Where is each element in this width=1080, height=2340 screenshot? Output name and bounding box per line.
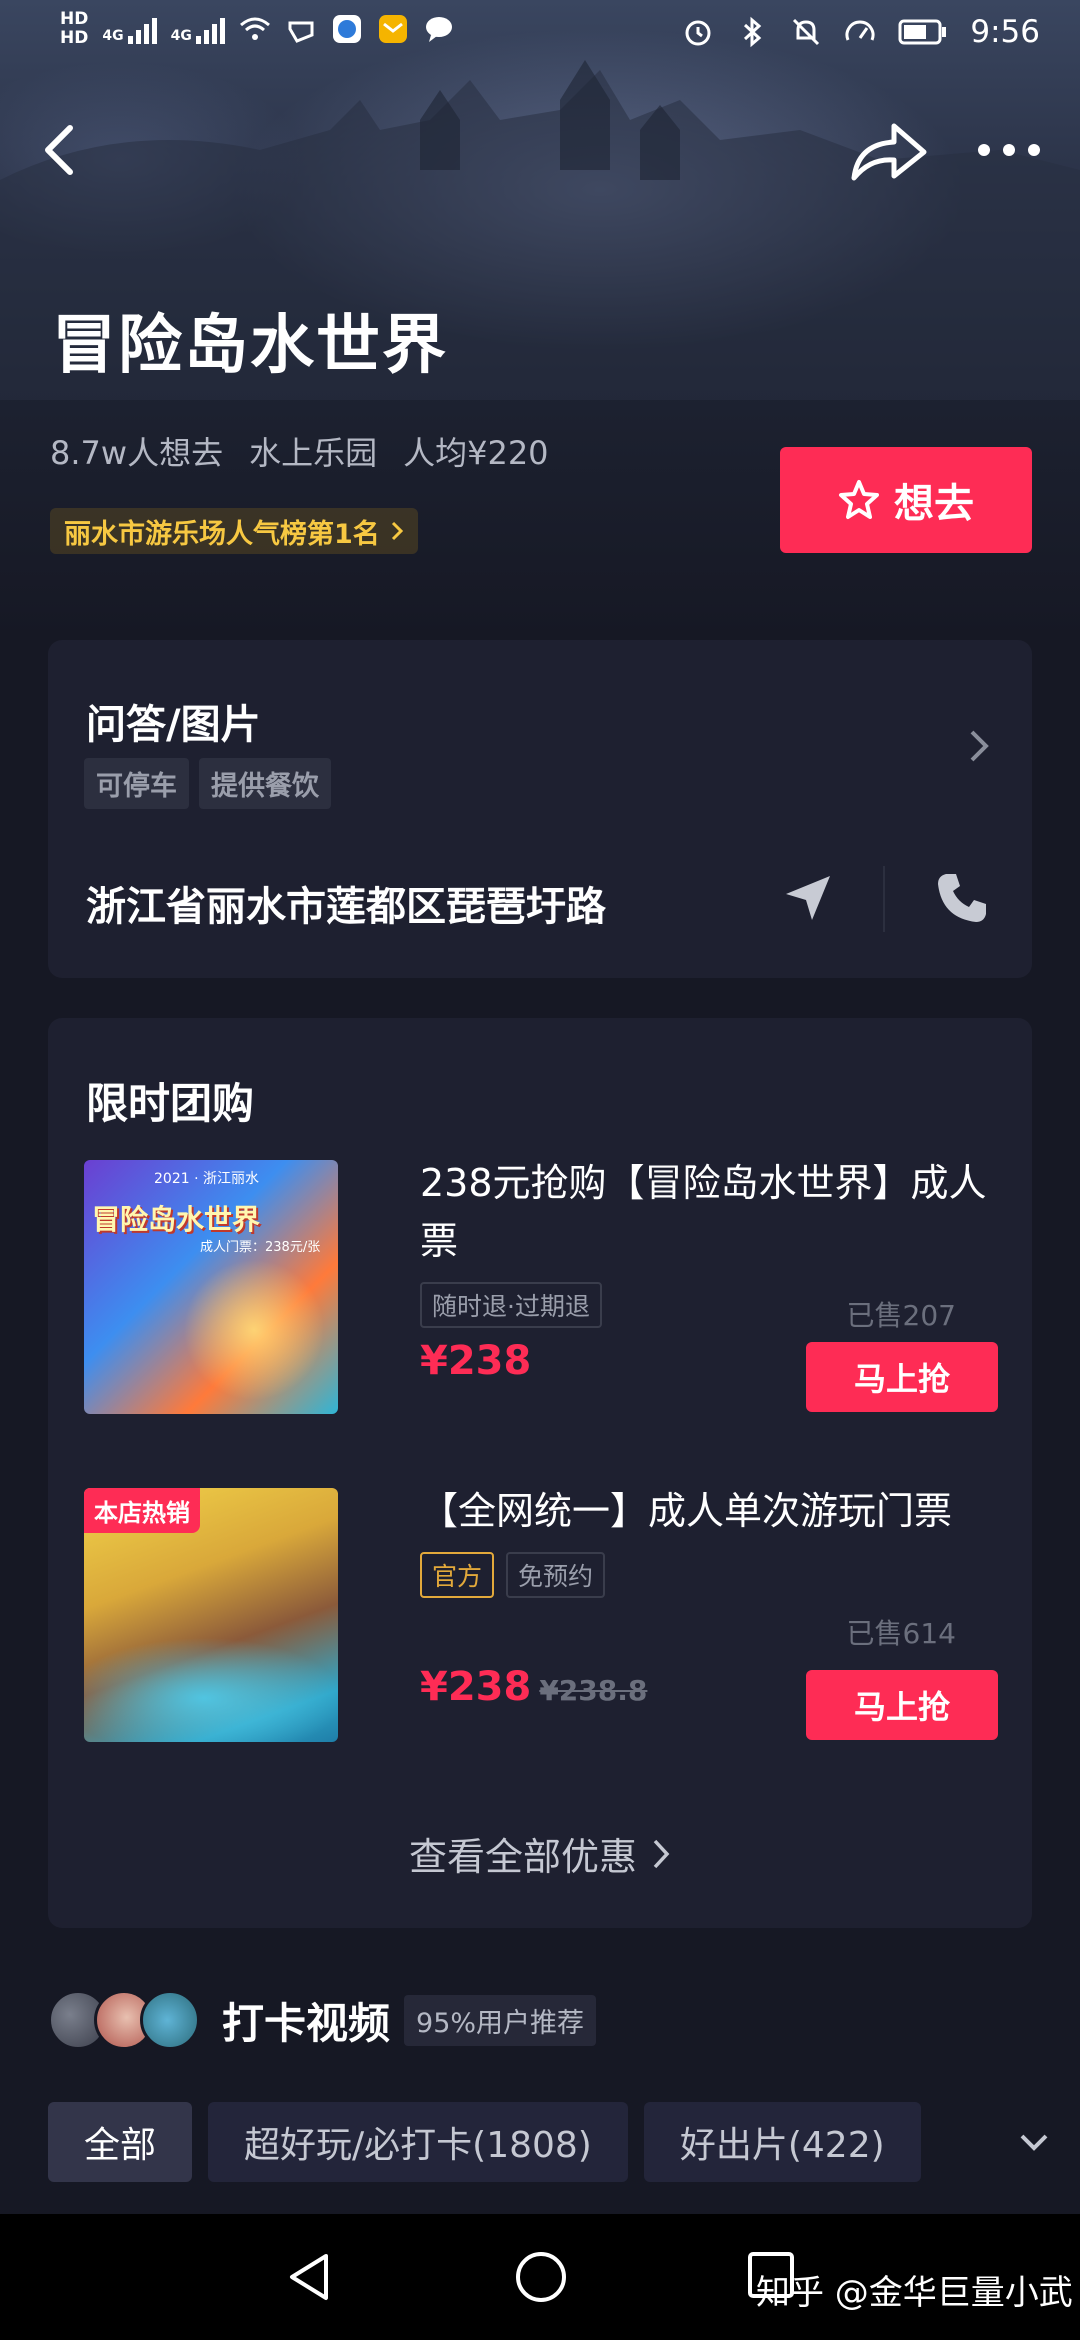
original-price: ¥238.8: [539, 1674, 648, 1707]
wifi-icon: [239, 17, 270, 40]
deal-item[interactable]: 本店热销 【全网统一】成人单次游玩门票 官方 免预约 已售614 ¥238 ¥2…: [84, 1488, 998, 1742]
mute-icon: [793, 18, 820, 46]
tag-dining: 提供餐饮: [199, 758, 331, 809]
deal-name[interactable]: 238元抢购【冒险岛水世界】成人票: [420, 1154, 1020, 1270]
mail-icon: [378, 15, 407, 43]
deal-thumbnail[interactable]: 2021 · 浙江丽水 冒险岛水世界 成人门票：238元/张: [84, 1160, 338, 1414]
speed-icon: [845, 20, 875, 41]
checkin-title: 打卡视频: [222, 1998, 391, 2048]
deal-price-row: ¥238 ¥238.8: [420, 1664, 647, 1710]
want-button-label: 想去: [894, 481, 974, 527]
place-category: 水上乐园: [249, 434, 378, 472]
sold-count: 已售207: [846, 1299, 956, 1332]
avg-price: 人均¥220: [403, 434, 549, 472]
deal-price: ¥238: [420, 1664, 532, 1710]
group-buy-card: 限时团购 2021 · 浙江丽水 冒险岛水世界 成人门票：238元/张 238元…: [48, 1018, 1032, 1928]
deal-tags: 官方 免预约: [420, 1552, 606, 1598]
star-icon: [839, 480, 879, 519]
chat-icon: [425, 17, 452, 42]
signal-icon: 4G: [102, 14, 157, 44]
filter-chip-photo[interactable]: 好出片(422): [643, 2102, 921, 2182]
signal-icon: 4G: [171, 14, 225, 44]
checkin-header: 打卡视频 95%用户推荐: [48, 1990, 597, 2050]
hd-indicator: HD HD: [60, 9, 89, 48]
deal-tag: 免预约: [506, 1552, 606, 1598]
hand-icon: [288, 21, 314, 43]
address[interactable]: 浙江省丽水市莲都区琵琶圩路: [86, 874, 606, 932]
deal-tag-official: 官方: [420, 1552, 495, 1598]
want-count: 8.7w人想去: [50, 434, 224, 472]
chevron-right-icon[interactable]: [966, 726, 994, 766]
phone-icon[interactable]: [932, 868, 992, 928]
deal-price-row: ¥238: [420, 1338, 531, 1384]
qa-photos-link[interactable]: 问答/图片: [86, 692, 261, 750]
buy-now-button[interactable]: 马上抢: [806, 1342, 998, 1412]
more-icon[interactable]: [974, 130, 1044, 170]
thumb-price: 成人门票：238元/张: [200, 1240, 321, 1255]
browser-icon: [332, 15, 361, 43]
page-title: 冒险岛水世界: [52, 309, 448, 383]
sold-count: 已售614: [846, 1617, 956, 1650]
deal-name[interactable]: 【全网统一】成人单次游玩门票: [420, 1482, 1020, 1540]
buy-now-button[interactable]: 马上抢: [806, 1670, 998, 1740]
filter-chip-all[interactable]: 全部: [48, 2102, 193, 2182]
chevron-down-icon[interactable]: [1018, 2130, 1050, 2156]
alarm-icon: [685, 20, 711, 46]
bluetooth-icon: [744, 16, 762, 48]
rank-badge[interactable]: 丽水市游乐场人气榜第1名: [50, 508, 418, 554]
battery-icon: [898, 19, 947, 45]
tag-parking: 可停车: [84, 758, 189, 809]
chevron-right-icon: [391, 521, 403, 541]
chevron-right-icon: [653, 1839, 670, 1868]
clock: 9:56: [970, 14, 1040, 50]
watermark: 知乎 @金华巨量小武: [756, 2273, 1073, 2313]
group-buy-title: 限时团购: [86, 1079, 255, 1128]
rank-badge-label: 丽水市游乐场人气榜第1名: [64, 518, 380, 550]
see-all-deals-link[interactable]: 查看全部优惠: [48, 1826, 1032, 1881]
deal-item[interactable]: 2021 · 浙江丽水 冒险岛水世界 成人门票：238元/张 238元抢购【冒险…: [84, 1160, 998, 1414]
avatar: [140, 1990, 200, 2050]
deal-thumbnail[interactable]: 本店热销: [84, 1488, 338, 1742]
deal-tags: 随时退·过期退: [420, 1282, 602, 1328]
see-all-label: 查看全部优惠: [408, 1835, 637, 1879]
thumb-year: 2021 · 浙江丽水: [154, 1171, 259, 1187]
want-button[interactable]: 想去: [780, 447, 1032, 553]
share-icon[interactable]: [848, 120, 928, 184]
deal-price: ¥238: [420, 1338, 532, 1384]
top-nav: [0, 100, 1080, 200]
nav-back-icon[interactable]: [284, 2250, 334, 2304]
navigate-icon[interactable]: [778, 868, 838, 928]
recommend-badge: 95%用户推荐: [404, 1994, 597, 2046]
back-icon[interactable]: [32, 120, 92, 180]
filter-chips: 全部 超好玩/必打卡(1808) 好出片(422): [48, 2102, 921, 2182]
nav-home-icon[interactable]: [514, 2250, 568, 2304]
feature-tags: 可停车 提供餐饮: [84, 758, 331, 809]
hot-seller-badge: 本店热销: [84, 1488, 200, 1533]
deal-tag: 随时退·过期退: [420, 1282, 602, 1328]
thumb-caption: 冒险岛水世界: [92, 1203, 261, 1236]
status-bar: HD HD 4G 4G 9:56: [0, 0, 1080, 76]
place-meta: 8.7w人想去 水上乐园 人均¥220: [50, 428, 549, 474]
info-card: 问答/图片 可停车 提供餐饮 浙江省丽水市莲都区琵琶圩路: [48, 640, 1032, 978]
divider: [883, 866, 885, 932]
filter-chip-fun[interactable]: 超好玩/必打卡(1808): [208, 2102, 628, 2182]
